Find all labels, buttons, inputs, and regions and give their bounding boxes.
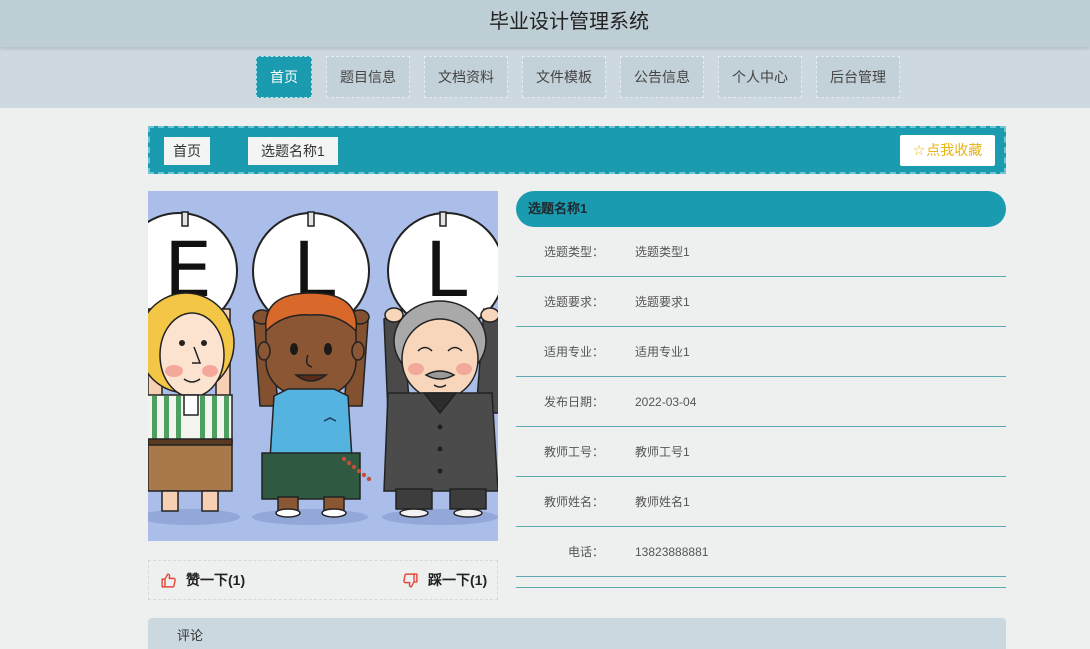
detail-value: 适用专业1 xyxy=(635,345,690,359)
detail-value: 教师工号1 xyxy=(635,445,690,459)
thumbs-up-icon xyxy=(161,572,176,588)
favorite-button[interactable]: ☆点我收藏 xyxy=(900,135,995,166)
detail-label: 发布日期： xyxy=(543,395,604,409)
shorts-brown xyxy=(148,440,233,492)
like-label: 赞一下(1) xyxy=(186,572,246,588)
detail-row-requirement: 选题要求： 选题要求1 xyxy=(516,277,1006,327)
like-button[interactable]: 赞一下(1) xyxy=(160,561,245,599)
detail-label: 电话： xyxy=(567,545,604,559)
detail-value: 选题类型1 xyxy=(635,245,690,259)
figure-middle xyxy=(252,292,372,518)
figure-left xyxy=(148,292,235,512)
detail-row-topic-type: 选题类型： 选题类型1 xyxy=(516,227,1006,277)
nav-item-profile[interactable]: 个人中心 xyxy=(718,56,802,98)
thumbs-down-icon xyxy=(403,572,418,588)
topic-detail-panel: 选题名称1 选题类型： 选题类型1 选题要求： 选题要求1 适用专业： 适用专业… xyxy=(516,191,1006,588)
breadcrumb-home-link[interactable]: 首页 xyxy=(164,137,210,165)
detail-row-teacher-name: 教师姓名： 教师姓名1 xyxy=(516,477,1006,527)
face-left xyxy=(159,312,225,398)
detail-label: 适用专业： xyxy=(543,345,604,359)
nav-item-announcements[interactable]: 公告信息 xyxy=(620,56,704,98)
detail-value: 选题要求1 xyxy=(635,295,690,309)
figure-right xyxy=(383,300,498,518)
detail-row-publish-date: 发布日期： 2022-03-04 xyxy=(516,377,1006,427)
star-outline-icon: ☆ xyxy=(912,142,926,158)
site-title: 毕业设计管理系统 xyxy=(489,11,649,33)
detail-label: 教师工号： xyxy=(543,445,604,459)
nav-item-topics[interactable]: 题目信息 xyxy=(326,56,410,98)
nav-item-admin[interactable]: 后台管理 xyxy=(816,56,900,98)
nav-list: 首页 题目信息 文档资料 文件模板 公告信息 个人中心 后台管理 xyxy=(256,56,900,98)
comments-title: 评论 xyxy=(177,628,204,643)
breadcrumb: 首页 选题名称1 ☆点我收藏 xyxy=(148,126,1006,174)
nav-item-home[interactable]: 首页 xyxy=(256,56,312,98)
detail-value: 2022-03-04 xyxy=(635,394,697,409)
detail-value: 教师姓名1 xyxy=(635,495,690,509)
main-nav: 首页 题目信息 文档资料 文件模板 公告信息 个人中心 后台管理 xyxy=(0,47,1090,108)
topic-title: 选题名称1 xyxy=(516,191,1006,227)
detail-row-major: 适用专业： 适用专业1 xyxy=(516,327,1006,377)
favorite-label: 点我收藏 xyxy=(926,142,983,158)
detail-label: 教师姓名： xyxy=(543,495,604,509)
site-header: 毕业设计管理系统 xyxy=(0,0,1090,47)
cover-illustration: E L L xyxy=(148,191,498,541)
comments-section: 评论 xyxy=(148,618,1006,649)
detail-row-teacher-id: 教师工号： 教师工号1 xyxy=(516,427,1006,477)
breadcrumb-current: 选题名称1 xyxy=(248,137,338,165)
detail-value: 13823888881 xyxy=(635,544,709,559)
detail-label: 选题类型： xyxy=(543,245,604,259)
detail-divider xyxy=(516,577,1006,588)
dislike-button[interactable]: 踩一下(1) xyxy=(402,561,487,599)
vote-bar: 赞一下(1) 踩一下(1) xyxy=(148,560,498,600)
nav-item-templates[interactable]: 文件模板 xyxy=(522,56,606,98)
detail-label: 选题要求： xyxy=(543,295,604,309)
nav-item-documents[interactable]: 文档资料 xyxy=(424,56,508,98)
blue-tank-top xyxy=(269,388,353,460)
dislike-label: 踩一下(1) xyxy=(428,572,488,588)
detail-row-phone: 电话： 13823888881 xyxy=(516,527,1006,577)
cover-image: E L L xyxy=(148,191,498,541)
